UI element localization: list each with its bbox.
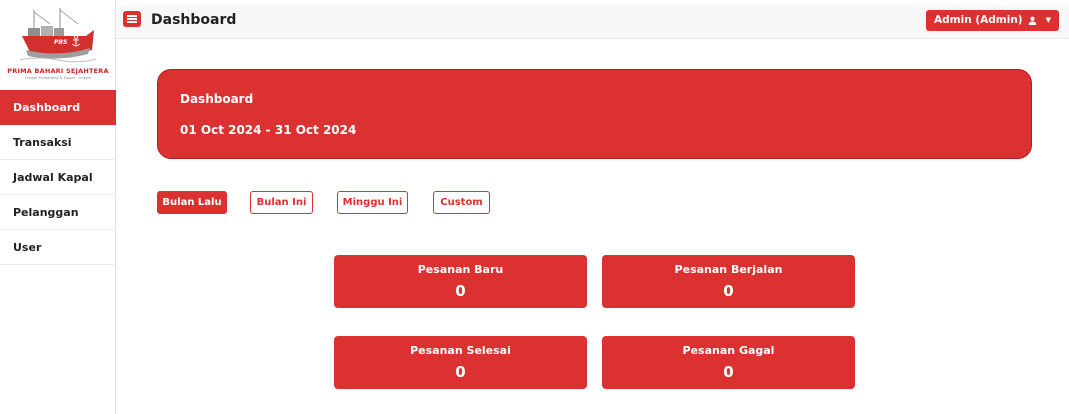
stat-card-pesanan-gagal[interactable]: Pesanan Gagal 0: [602, 336, 855, 389]
svg-text:PBS: PBS: [54, 39, 67, 46]
stat-label: Pesanan Selesai: [410, 344, 511, 357]
stat-label: Pesanan Baru: [417, 263, 504, 276]
date-range: 01 Oct 2024 - 31 Oct 2024: [180, 123, 357, 137]
stat-card-pesanan-selesai[interactable]: Pesanan Selesai 0: [334, 336, 587, 389]
sidebar-item-dashboard[interactable]: Dashboard: [0, 90, 116, 125]
stat-card-pesanan-berjalan[interactable]: Pesanan Berjalan 0: [602, 255, 855, 308]
user-menu-label: Admin (Admin): [934, 14, 1023, 26]
stat-value: 0: [723, 363, 734, 381]
top-bar: Dashboard Admin (Admin) ▼: [116, 5, 1069, 39]
filter-bulan-ini-button[interactable]: Bulan Ini: [250, 191, 313, 214]
filter-bulan-lalu-button[interactable]: Bulan Lalu: [157, 191, 227, 214]
stat-label: Pesanan Berjalan: [674, 263, 783, 276]
stat-value: 0: [455, 282, 466, 300]
stat-label: Pesanan Gagal: [682, 344, 775, 357]
sidebar: PBS PRIMA BAHARI SEJAHTERA Freight Forwa…: [0, 0, 116, 414]
ship-logo-icon: PBS: [20, 8, 96, 63]
filter-custom-button[interactable]: Custom: [433, 191, 490, 214]
sidebar-nav: Dashboard Transaksi Jadwal Kapal Pelangg…: [0, 90, 116, 265]
user-menu-button[interactable]: Admin (Admin) ▼: [926, 10, 1059, 31]
sidebar-item-user[interactable]: User: [0, 230, 116, 265]
banner-title: Dashboard: [180, 92, 254, 106]
sidebar-item-jadwal-kapal[interactable]: Jadwal Kapal: [0, 160, 116, 195]
brand-name: PRIMA BAHARI SEJAHTERA: [7, 67, 109, 75]
sidebar-item-transaksi[interactable]: Transaksi: [0, 125, 116, 160]
filter-minggu-ini-button[interactable]: Minggu Ini: [337, 191, 408, 214]
user-icon: [1028, 16, 1036, 25]
chevron-down-icon: ▼: [1045, 16, 1051, 24]
page-title: Dashboard: [151, 12, 237, 28]
stat-value: 0: [723, 282, 734, 300]
hamburger-icon[interactable]: [123, 11, 141, 27]
stat-value: 0: [455, 363, 466, 381]
company-logo[interactable]: PBS PRIMA BAHARI SEJAHTERA Freight Forwa…: [0, 0, 116, 90]
sidebar-item-pelanggan[interactable]: Pelanggan: [0, 195, 116, 230]
brand-tagline: Freight Forwarding & Export - Import: [25, 76, 91, 80]
dashboard-banner: Dashboard 01 Oct 2024 - 31 Oct 2024: [157, 69, 1032, 159]
stat-card-pesanan-baru[interactable]: Pesanan Baru 0: [334, 255, 587, 308]
